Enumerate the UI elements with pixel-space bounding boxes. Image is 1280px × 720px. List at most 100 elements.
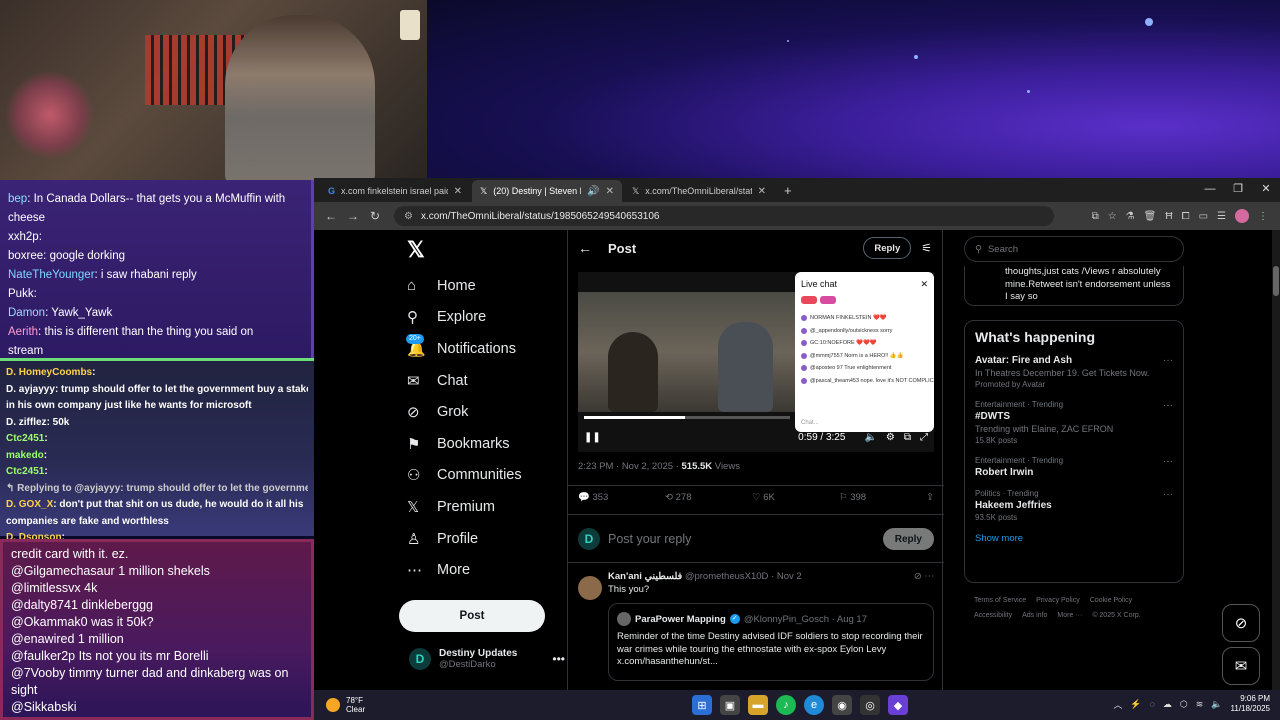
nav-item-communities[interactable]: ⚇ Communities [399,460,567,492]
extension-icon[interactable]: Ħ [1165,211,1172,222]
url-field[interactable]: ⚙ x.com/TheOmniLiberal/status/1985065249… [394,206,1054,226]
close-tab-icon[interactable]: ✕ [606,186,614,197]
chat-username[interactable]: makedo [6,450,44,461]
footer-link[interactable]: Cookie Policy [1090,597,1132,604]
chat-username[interactable]: @Okammak0 [11,615,88,629]
speaker-icon[interactable]: 🔊 [587,186,599,197]
trend-item[interactable]: Avatar: Fire and Ash In Theatres December… [975,355,1173,389]
live-chat-input[interactable]: Chat... [801,420,819,426]
messages-fab-icon[interactable]: ✉ [1222,647,1260,685]
tray-icon[interactable]: ⚡ [1130,699,1141,710]
x-logo-icon[interactable]: 𝕏 [399,230,567,270]
nav-item-notifications[interactable]: 🔔 Notifications 20+ [399,333,567,365]
profile-avatar[interactable] [1235,209,1249,223]
chat-username[interactable]: @limitlessvx [11,581,81,595]
reply-input[interactable]: Post your reply [608,532,691,546]
bookmark-action[interactable]: ⚐ 398 [839,492,926,503]
nav-item-premium[interactable]: 𝕏 Premium [399,491,567,523]
tab-list-icon[interactable]: ☰ [1217,211,1226,222]
like-action[interactable]: ♡ 6K [752,492,839,503]
grok-fab-icon[interactable]: ⊘ [1222,604,1260,642]
repost-action[interactable]: ⟲ 278 [665,492,752,503]
chat-username[interactable]: D. zifflez [6,417,47,428]
chat-username[interactable]: @Sikkabski [11,700,77,714]
chat-username[interactable]: D. ayjayyy [6,384,55,395]
reply-submit-button[interactable]: Reply [882,528,934,550]
search-input[interactable]: ⚲ Search [964,236,1184,262]
extension-icon[interactable]: ⚗ [1126,211,1135,222]
nav-item-grok[interactable]: ⊘ Grok [399,396,567,428]
chat-username[interactable]: boxree [8,250,43,262]
tray-icon[interactable]: ◌ [1150,699,1155,709]
weather-widget[interactable]: 78°F Clear [326,696,365,714]
chat-username[interactable]: D. GOX_X [6,499,53,510]
chevron-up-icon[interactable]: ︿ [1113,698,1122,711]
footer-link[interactable]: Accessibility [974,612,1012,619]
chat-username[interactable]: xxh2p [8,231,39,243]
back-icon[interactable]: ← [320,209,342,223]
back-arrow-icon[interactable]: ← [578,240,608,256]
app-icon[interactable]: ◆ [888,695,908,715]
chat-username[interactable]: Ctc2451 [6,466,44,477]
edge-icon[interactable]: e [804,695,824,715]
scrollbar[interactable] [1272,230,1280,690]
tab-1[interactable]: G x.com finkelstein israel paid the ✕ [320,180,470,202]
extension-icon[interactable]: 🗑 [1144,211,1157,222]
puzzle-icon[interactable]: ⧠ [1182,211,1190,222]
footer-link[interactable]: © 2025 X Corp. [1092,612,1140,619]
settings-icon[interactable]: ⚙ [886,432,895,443]
trend-item[interactable]: Entertainment · Trending Robert Irwin ··· [975,456,1173,478]
trend-item[interactable]: Politics · Trending Hakeem Jeffries 93.5K … [975,489,1173,522]
chat-username[interactable]: @faulker2p [11,649,75,663]
trend-item[interactable]: Entertainment · Trending #DWTS Trending wi… [975,400,1173,445]
filter-icon[interactable]: ⚟ [921,241,932,255]
more-icon[interactable]: ··· [1163,456,1173,467]
tray-icon[interactable]: ☁ [1163,699,1172,710]
new-tab-button[interactable]: + [776,180,800,202]
star-icon[interactable]: ☆ [1108,211,1117,222]
chat-username[interactable]: Aerith [8,326,38,338]
site-info-icon[interactable]: ⚙ [404,211,413,222]
pip-icon[interactable]: ⧉ [904,432,911,443]
reply-header-button[interactable]: Reply [863,237,912,259]
reply-action[interactable]: 💬 353 [578,492,665,503]
nav-item-home[interactable]: ⌂ Home [399,270,567,302]
tray-icon[interactable]: ⬡ [1180,699,1188,710]
nav-item-chat[interactable]: ✉ Chat [399,365,567,397]
maximize-icon[interactable]: ❐ [1224,178,1252,202]
nav-item-bookmarks[interactable]: ⚑ Bookmarks [399,428,567,460]
chat-username[interactable]: bep [8,193,27,205]
seek-bar[interactable] [584,416,790,419]
fullscreen-icon[interactable]: ⤢ [920,432,928,443]
wifi-icon[interactable]: ≋ [1196,699,1204,710]
footer-link[interactable]: Ads info [1022,612,1047,619]
share-icon[interactable]: ⇪ [926,492,934,503]
footer-link[interactable]: More ··· [1057,612,1082,619]
close-tab-icon[interactable]: ✕ [758,186,766,197]
chat-username[interactable]: NateTheYounger [8,269,95,281]
volume-icon[interactable]: 🔈 [1211,699,1222,710]
tab-3[interactable]: 𝕏 x.com/TheOmniLiberal/status/1 ✕ [624,180,774,202]
footer-link[interactable]: Terms of Service [974,597,1026,604]
pause-icon[interactable]: ❚❚ [584,432,601,443]
reload-icon[interactable]: ↻ [364,209,386,223]
footer-link[interactable]: Privacy Policy [1036,597,1080,604]
post-button[interactable]: Post [399,599,545,632]
spotify-icon[interactable]: ♪ [776,695,796,715]
chat-username[interactable]: Damon [8,307,45,319]
chat-username[interactable]: @dalty8741 [11,598,78,612]
reply-post[interactable]: Kan'ani فلسطيني @prometheusX10D · Nov 2 ⊘… [578,570,934,681]
volume-icon[interactable]: 🔈 [864,432,876,443]
scroll-thumb[interactable] [1273,266,1279,296]
chat-username[interactable]: Ctc2451 [6,433,44,444]
nav-item-explore[interactable]: ⚲ Explore [399,302,567,334]
chat-username[interactable]: @7Vooby [11,666,65,680]
chat-username[interactable]: Pukk [8,288,34,300]
obs-icon[interactable]: ◎ [860,695,880,715]
chat-username[interactable]: @Gilgamechasaur [11,564,115,578]
forward-icon[interactable]: → [342,209,364,223]
task-view-icon[interactable]: ▣ [720,695,740,715]
account-switcher[interactable]: D Destiny Updates @DestiDarko ••• [409,648,565,670]
install-icon[interactable]: ⧉ [1092,211,1099,222]
tab-2[interactable]: 𝕏 (20) Destiny | Steven Bonne 🔊 ✕ [472,180,622,202]
